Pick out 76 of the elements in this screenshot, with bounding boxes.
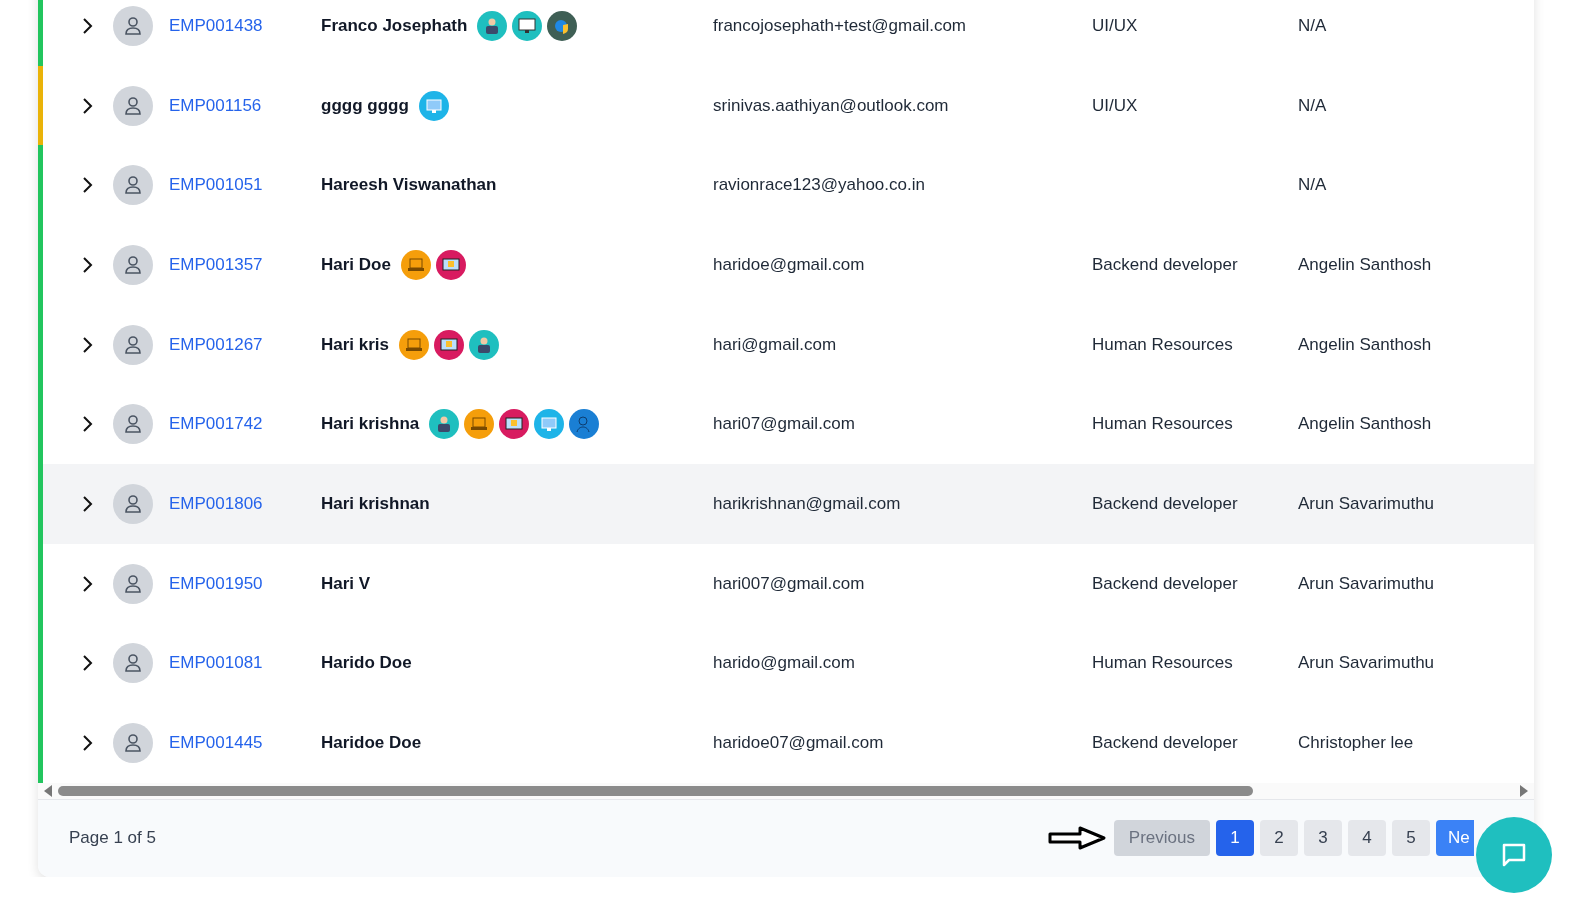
employee-name: Hari kris	[321, 334, 390, 355]
employee-name: Haridoe Doe	[321, 733, 422, 754]
expand-chevron-icon[interactable]	[80, 15, 94, 36]
employee-id-link[interactable]: EMP001156	[169, 95, 262, 115]
employee-name: Hari krishnan	[321, 493, 430, 514]
employee-name: Hareesh Viswanathan	[321, 175, 497, 196]
employee-id-link[interactable]: EMP001051	[169, 175, 263, 195]
page-button[interactable]: 2	[1260, 820, 1298, 857]
manager-text: N/A	[1298, 175, 1327, 195]
email-text: srinivas.aathiyan@outlook.com	[713, 95, 949, 115]
page-button[interactable]: 4	[1348, 820, 1386, 857]
email-text: haridoe@gmail.com	[713, 254, 865, 274]
scroll-left-icon[interactable]	[44, 784, 52, 797]
employee-name: Franco Josephath	[321, 15, 468, 36]
department-text: UI/UX	[1092, 95, 1138, 115]
employee-id-link[interactable]: EMP001267	[169, 334, 263, 354]
manager-text: Angelin Santhosh	[1298, 414, 1432, 434]
email-text: harido@gmail.com	[713, 653, 855, 673]
employee-id-link[interactable]: EMP001950	[169, 573, 263, 593]
expand-chevron-icon[interactable]	[80, 334, 94, 355]
manager-text: N/A	[1298, 95, 1327, 115]
department-text: Backend developer	[1092, 733, 1238, 753]
expand-chevron-icon[interactable]	[80, 95, 94, 116]
department-text: Human Resources	[1092, 414, 1233, 434]
avatar-icon	[113, 85, 153, 126]
employee-name: gggg gggg	[321, 95, 409, 116]
email-text: hari07@gmail.com	[713, 414, 855, 434]
avatar-icon	[113, 723, 153, 764]
expand-chevron-icon[interactable]	[80, 254, 94, 275]
page-button[interactable]: 1	[1216, 820, 1254, 857]
avatar-icon	[113, 563, 153, 604]
email-text: hari007@gmail.com	[713, 573, 865, 593]
scrollbar-thumb[interactable]	[58, 785, 1253, 796]
manager-text: Arun Savarimuthu	[1298, 493, 1435, 513]
employee-name: Hari V	[321, 573, 371, 594]
email-text: haridoe07@gmail.com	[713, 733, 884, 753]
email-text: ravionrace123@yahoo.co.in	[713, 175, 925, 195]
page-button[interactable]: 3	[1304, 820, 1342, 857]
employee-id-link[interactable]: EMP001806	[169, 493, 263, 513]
avatar-icon	[113, 404, 153, 445]
page-info: Page 1 of 5	[69, 828, 157, 849]
avatar-icon	[113, 324, 153, 365]
department-text: Backend developer	[1092, 493, 1238, 513]
employee-id-link[interactable]: EMP001742	[169, 414, 263, 434]
manager-text: Arun Savarimuthu	[1298, 573, 1435, 593]
manager-text: Angelin Santhosh	[1298, 254, 1432, 274]
avatar-icon	[113, 165, 153, 206]
avatar-icon	[113, 244, 153, 285]
employee-name: Hari krishna	[321, 414, 420, 435]
department-text: Human Resources	[1092, 653, 1233, 673]
avatar-icon	[113, 643, 153, 684]
email-text: francojosephath+test@gmail.com	[713, 15, 967, 35]
department-text: Human Resources	[1092, 334, 1233, 354]
department-text: UI/UX	[1092, 15, 1138, 35]
page-button[interactable]: 5	[1392, 820, 1430, 857]
avatar-icon	[113, 5, 153, 46]
employee-id-link[interactable]: EMP001081	[169, 653, 263, 673]
email-text: hari@gmail.com	[713, 334, 837, 354]
manager-text: Christopher lee	[1298, 733, 1414, 753]
department-text: Backend developer	[1092, 254, 1238, 274]
scroll-right-icon[interactable]	[1520, 784, 1528, 797]
manager-text: N/A	[1298, 15, 1327, 35]
employee-id-link[interactable]: EMP001357	[169, 254, 263, 274]
next-button[interactable]: Ne	[1436, 820, 1474, 857]
arrow-icon	[1047, 825, 1106, 852]
employee-id-link[interactable]: EMP001445	[169, 733, 263, 753]
employee-id-link[interactable]: EMP001438	[169, 15, 263, 35]
manager-text: Angelin Santhosh	[1298, 334, 1432, 354]
manager-text: Arun Savarimuthu	[1298, 653, 1435, 673]
avatar-icon	[113, 483, 153, 524]
expand-chevron-icon[interactable]	[80, 573, 94, 594]
email-text: harikrishnan@gmail.com	[713, 493, 901, 513]
employee-name: Harido Doe	[321, 653, 412, 674]
department-text: Backend developer	[1092, 573, 1238, 593]
employee-name: Hari Doe	[321, 254, 391, 275]
expand-chevron-icon[interactable]	[80, 493, 94, 514]
